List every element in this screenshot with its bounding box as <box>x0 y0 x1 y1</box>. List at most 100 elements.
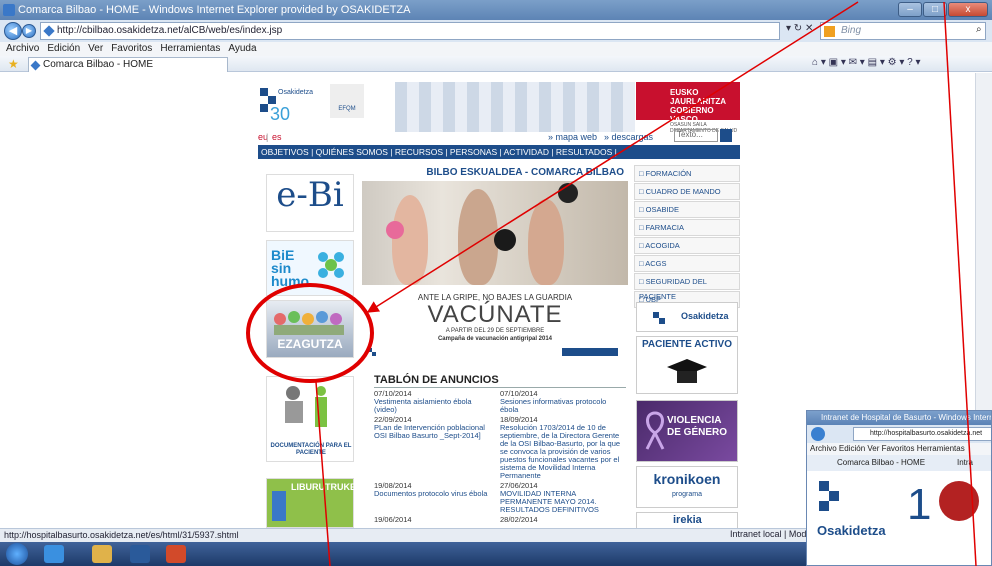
win2-tab[interactable]: Comarca Bilbao - HOME <box>837 458 925 467</box>
menu-herramientas[interactable]: Herramientas <box>160 42 220 56</box>
win2-back-button[interactable] <box>811 427 825 441</box>
tablon-link[interactable]: Vestimenta aislamiento ébola (video) <box>374 398 496 414</box>
descargas-link[interactable]: » descargas <box>604 132 653 142</box>
ezagutza-people-icon <box>274 311 344 335</box>
vacunacion-banner[interactable]: ANTE LA GRIPE, NO BAJES LA GUARDIA VACÚN… <box>362 290 628 370</box>
taskbar-ie-icon[interactable] <box>44 545 64 563</box>
ebi-text: e-Bi <box>276 175 344 215</box>
mapa-web-link[interactable]: » mapa web <box>548 132 597 142</box>
taskbar-explorer-icon[interactable] <box>92 545 112 563</box>
tablon-row: 19/08/2014 Documentos protocolo virus ébo… <box>374 482 626 514</box>
win2-tab-2[interactable]: Intra <box>957 455 973 471</box>
url-input[interactable]: http://cbilbao.osakidetza.net/alCB/web/e… <box>40 22 780 40</box>
svg-text:1: 1 <box>907 480 931 525</box>
osakidetza-box[interactable]: Osakidetza <box>636 302 738 332</box>
right-menu-item[interactable]: □ CUADRO DE MANDO <box>634 183 740 200</box>
minimize-button[interactable]: – <box>898 2 922 17</box>
ebi-banner[interactable]: e-Bi <box>266 174 354 232</box>
kronikoen-box[interactable]: kronikoen programa <box>636 466 738 508</box>
sponsor-logo <box>562 348 618 356</box>
violencia-genero-label: VIOLENCIA DE GÉNERO <box>667 415 728 438</box>
window-controls: – □ x <box>898 2 988 18</box>
win2-address-bar: http://hospitalbasurto.osakidetza.net <box>807 425 991 443</box>
tab-site-icon <box>30 60 41 71</box>
site-search-button[interactable] <box>720 129 732 142</box>
window-title-bar: Comarca Bilbao - HOME - Windows Internet… <box>0 0 992 20</box>
kronikoen-sub: programa <box>672 491 702 498</box>
liburutruke-banner[interactable]: LIBURUTRUKE <box>266 478 356 528</box>
documentacion-banner[interactable]: DOCUMENTACIÓN PARA EL PACIENTE <box>266 376 354 462</box>
start-button[interactable] <box>6 543 28 565</box>
boxer-figure-2 <box>458 189 498 285</box>
win2-logo-text: Osakidetza <box>817 523 886 538</box>
osakidetza-small-logo-icon <box>368 348 376 356</box>
right-menu-label: CUADRO DE MANDO <box>645 187 721 196</box>
menu-ver[interactable]: Ver <box>88 42 103 56</box>
vac-big: VACÚNATE <box>427 301 563 328</box>
menu-ayuda[interactable]: Ayuda <box>228 42 256 56</box>
paciente-activo-box[interactable]: PACIENTE ACTIVO <box>636 336 738 394</box>
ezagutza-label: EZAGUTZA <box>277 337 343 351</box>
site-search-input[interactable]: Texto... <box>674 129 718 142</box>
pink-glove-icon <box>386 221 404 239</box>
tablon-link[interactable]: MOVILIDAD INTERNA PERMANENTE MAYO 2014. … <box>500 490 622 514</box>
taskbar-powerpoint-icon[interactable] <box>166 545 186 563</box>
right-menu-label: ACOGIDA <box>645 241 680 250</box>
site-nav-bar[interactable]: OBJETIVOS | QUIÉNES SOMOS | RECURSOS | P… <box>258 145 740 159</box>
hero-banner-image[interactable] <box>362 165 628 285</box>
win2-100-badge: 1 <box>907 480 979 525</box>
forward-button[interactable]: ▶ <box>22 24 36 38</box>
win2-osakidetza-logo-icon <box>819 481 839 511</box>
boxer-figure-3 <box>528 199 564 285</box>
win2-menu-bar[interactable]: Archivo Edición Ver Favoritos Herramient… <box>807 443 991 455</box>
favorites-star-icon[interactable]: ★ <box>8 57 19 71</box>
right-menu-item[interactable]: □ OSABIDE <box>634 201 740 218</box>
irekia-box[interactable]: irekia <box>636 512 738 528</box>
tablon-link[interactable]: PLan de Intervención poblacional OSI Bil… <box>374 424 496 440</box>
ribbon-icon <box>645 411 665 450</box>
tablon-link[interactable]: Sesiones informativas protocolo ébola <box>500 398 622 414</box>
right-menu-item[interactable]: □ SEGURIDAD DEL PACIENTE <box>634 273 740 301</box>
right-menu-item[interactable]: □ FORMACIÓN <box>634 165 740 182</box>
ezagutza-banner[interactable]: EZAGUTZA <box>266 300 354 358</box>
liburutruke-label: LIBURUTRUKE <box>291 482 356 492</box>
vac-date: A PARTIR DEL 29 DE SEPTIEMBRE <box>445 328 545 334</box>
violencia-genero-box[interactable]: VIOLENCIA DE GÉNERO <box>636 400 738 462</box>
tablon-link[interactable]: Documentos protocolo virus ébola <box>374 490 496 498</box>
osakidetza-logo[interactable]: Osakidetza 30 <box>258 82 328 129</box>
menu-edicion[interactable]: Edición <box>47 42 80 56</box>
black-glove-icon-2 <box>558 183 578 203</box>
lang-es-link[interactable]: es <box>272 132 282 142</box>
menu-favoritos[interactable]: Favoritos <box>111 42 152 56</box>
search-input[interactable]: Bing <box>820 22 986 40</box>
tablon-date: 19/06/2014 <box>374 515 412 524</box>
command-bar-icons[interactable]: ⌂ ▾ ▣ ▾ ✉ ▾ ▤ ▾ ⚙ ▾ ? ▾ <box>812 57 921 68</box>
right-menu-item[interactable]: □ ACGS <box>634 255 740 272</box>
url-text: http://cbilbao.osakidetza.net/alCB/web/e… <box>57 25 283 36</box>
win2-url-input[interactable]: http://hospitalbasurto.osakidetza.net <box>853 427 991 441</box>
search-icon[interactable]: ⌕ <box>976 24 982 35</box>
second-ie-window[interactable]: Intranet de Hospital de Basurto - Window… <box>806 410 992 566</box>
tablon-title: TABLÓN DE ANUNCIOS <box>374 374 626 388</box>
right-menu-item[interactable]: □ FARMACIA <box>634 219 740 236</box>
bie-sin-humo-banner[interactable]: BiE sin humo <box>266 240 354 296</box>
right-menu: □ FORMACIÓN □ CUADRO DE MANDO □ OSABIDE … <box>634 165 740 309</box>
tab-comarca-bilbao[interactable]: Comarca Bilbao - HOME <box>28 57 228 72</box>
header-mosaic-image <box>395 82 635 132</box>
maximize-button[interactable]: □ <box>923 2 947 17</box>
documentacion-label: DOCUMENTACIÓN PARA EL PACIENTE <box>270 443 352 456</box>
close-button[interactable]: x <box>948 2 988 17</box>
tablon-link[interactable]: Resolución 1703/2014 de 10 de septiembre… <box>500 424 622 480</box>
documentacion-person-icon <box>285 386 327 427</box>
site-icon <box>43 25 55 37</box>
gobierno-vasco-logo[interactable]: EUSKO JAURLARITZA GOBIERNO VASCO <box>636 82 740 124</box>
bing-icon <box>824 26 835 37</box>
efqm-badge: EFQM <box>330 84 364 118</box>
menu-archivo[interactable]: Archivo <box>6 42 39 56</box>
right-menu-item[interactable]: □ ACOGIDA <box>634 237 740 254</box>
tablon-date: 28/02/2014 <box>500 515 538 524</box>
refresh-stop-icons[interactable]: ▾ ↻ ✕ <box>786 23 813 34</box>
back-button[interactable]: ◀ <box>4 22 22 40</box>
tablon-anuncios: TABLÓN DE ANUNCIOS 07/10/2014 Vestimenta … <box>374 374 626 524</box>
taskbar-media-icon[interactable] <box>130 545 150 563</box>
